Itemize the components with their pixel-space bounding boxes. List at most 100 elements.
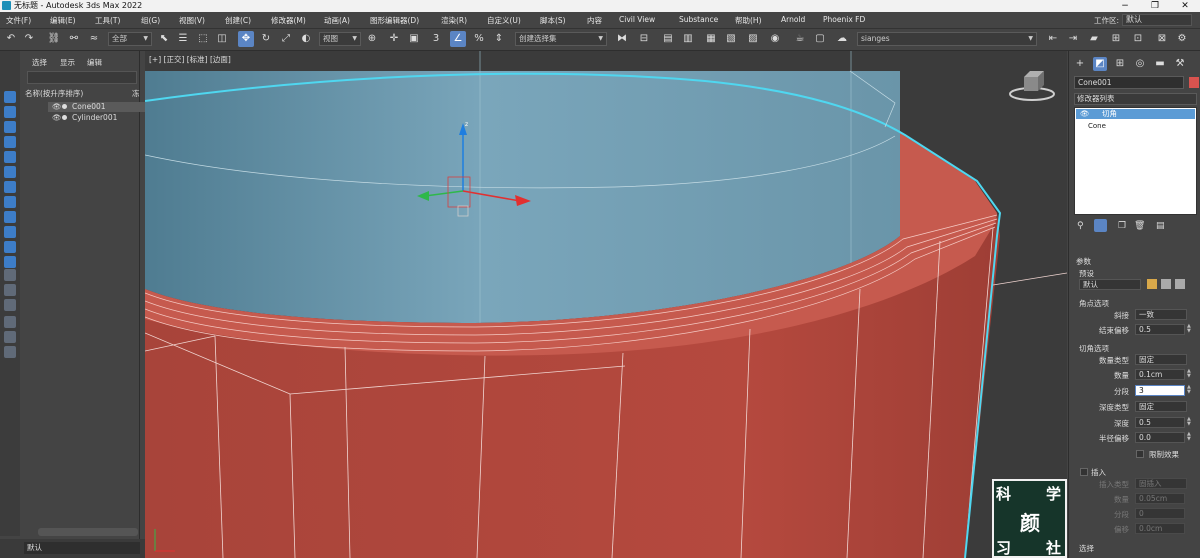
select-tool-icon[interactable] <box>4 91 16 103</box>
scene-states-icon[interactable]: ⊠ <box>1154 31 1170 47</box>
limit-effect-checkbox[interactable] <box>1136 450 1144 458</box>
scene-search-input[interactable] <box>27 71 137 84</box>
menu-edit[interactable]: 编辑(E) <box>50 15 76 26</box>
tab-edit[interactable]: 编辑 <box>87 57 102 68</box>
save-preset-icon[interactable] <box>1161 279 1171 289</box>
depth-type-dropdown[interactable]: 固定 <box>1135 401 1187 412</box>
scene-explorer-icon[interactable]: ▤ <box>660 31 676 47</box>
depth-field[interactable]: 0.5 <box>1135 417 1185 428</box>
amount-spinner[interactable]: ▲ ▼ <box>1187 369 1195 380</box>
remove-modifier-icon[interactable]: 🗑 <box>1134 221 1145 231</box>
eye-icon[interactable]: 👁 <box>52 102 62 112</box>
mirror-icon[interactable]: ⧓ <box>614 31 630 47</box>
render-frame-icon[interactable]: ▢ <box>812 31 828 47</box>
menu-file[interactable]: 文件(F) <box>6 15 31 26</box>
xref-tool-icon[interactable] <box>4 241 16 253</box>
settings-icon[interactable]: ⚙ <box>1174 31 1190 47</box>
stack-item-chamfer[interactable]: 👁 切角 <box>1076 109 1195 119</box>
angle-snap-icon[interactable]: ∠ <box>450 31 466 47</box>
light-tool-icon[interactable] <box>4 181 16 193</box>
radius-bias-field[interactable]: 0.0 <box>1135 432 1185 443</box>
filter-funnel-icon[interactable] <box>4 316 16 328</box>
modify-tab-icon[interactable]: ◩ <box>1093 57 1107 71</box>
menu-help[interactable]: 帮助(H) <box>735 15 762 26</box>
manage-icon[interactable]: ⇥ <box>1065 31 1081 47</box>
display-tab-icon[interactable]: ▬ <box>1153 57 1167 71</box>
selection-filter-dropdown[interactable]: 全部 ▼ <box>108 32 152 46</box>
insert-segments-field[interactable]: 0 <box>1135 508 1185 519</box>
move-icon[interactable]: ✥ <box>238 31 254 47</box>
radius-bias-spinner[interactable]: ▲ ▼ <box>1187 432 1195 443</box>
keyboard-shortcut-icon[interactable]: ▣ <box>406 31 422 47</box>
tab-select[interactable]: 选择 <box>32 57 47 68</box>
helper-tool-icon[interactable] <box>4 196 16 208</box>
ref-coord-dropdown[interactable]: 视图 ▼ <box>319 32 361 46</box>
select-manipulate-icon[interactable]: ✛ <box>386 31 402 47</box>
named-selection-dropdown[interactable]: 创建选择集 ▼ <box>515 32 607 46</box>
select-by-name-icon[interactable]: ☰ <box>175 31 191 47</box>
insert-offset-field[interactable]: 0.0cm <box>1135 523 1185 534</box>
insert-amount-field[interactable]: 0.05cm <box>1135 493 1185 504</box>
percent-snap-icon[interactable]: % <box>471 31 487 47</box>
named-set-dropdown[interactable]: sianges ▼ <box>857 32 1037 46</box>
eye-icon[interactable]: 👁 <box>52 113 62 123</box>
configure-sets-icon[interactable]: ▤ <box>1156 221 1165 231</box>
menu-content[interactable]: 内容 <box>587 15 602 26</box>
hierarchy-tab-icon[interactable]: ⊞ <box>1113 57 1127 71</box>
list-item[interactable]: 👁 Cylinder001 <box>48 113 160 123</box>
scale-icon[interactable]: ⤢ <box>278 31 294 47</box>
window-crossing-icon[interactable]: ◫ <box>214 31 230 47</box>
column-header[interactable]: 名称(按升序排序) 冻 <box>25 88 140 99</box>
link-icon[interactable]: ⛓ <box>46 31 62 47</box>
options-tool-icon[interactable] <box>4 299 16 311</box>
group-tool-icon[interactable] <box>4 256 16 268</box>
spacewarp-tool-icon[interactable] <box>4 211 16 223</box>
display-tool-icon[interactable] <box>4 106 16 118</box>
load-preset-icon[interactable] <box>1147 279 1157 289</box>
menu-group[interactable]: 组(G) <box>141 15 160 26</box>
project-icon[interactable]: ▰ <box>1086 31 1102 47</box>
menu-civil-view[interactable]: Civil View <box>619 15 655 24</box>
stack-item-base[interactable]: Cone <box>1088 122 1106 130</box>
snap-3d-icon[interactable]: 3 <box>428 31 444 47</box>
viewport-label[interactable]: [+] [正交] [标准] [边面] <box>149 54 231 65</box>
curve-editor-icon[interactable]: ▧ <box>723 31 739 47</box>
schematic-view-icon[interactable]: ▨ <box>745 31 761 47</box>
menu-scripting[interactable]: 脚本(S) <box>540 15 566 26</box>
create-tab-icon[interactable]: + <box>1073 57 1087 71</box>
horizontal-scrollbar[interactable] <box>38 528 138 536</box>
menu-graph-editors[interactable]: 图形编辑器(D) <box>370 15 419 26</box>
workspace-icon[interactable]: ⊡ <box>1130 31 1146 47</box>
pin-stack-icon[interactable]: ⚲ <box>1077 221 1084 231</box>
menu-phoenix-fd[interactable]: Phoenix FD <box>823 15 865 24</box>
amount-type-dropdown[interactable]: 固定 <box>1135 354 1187 365</box>
rollout-title[interactable]: 参数 <box>1076 256 1091 267</box>
layer-box-icon[interactable] <box>4 346 16 358</box>
depth-spinner[interactable]: ▲ ▼ <box>1187 417 1195 428</box>
menu-arnold[interactable]: Arnold <box>781 15 805 24</box>
end-bias-field[interactable]: 0.5 <box>1135 324 1185 335</box>
select-object-icon[interactable]: ⬉ <box>156 31 172 47</box>
menu-rendering[interactable]: 渲染(R) <box>441 15 467 26</box>
unlink-icon[interactable]: ⚯ <box>66 31 82 47</box>
minimize-icon[interactable]: − <box>1110 0 1140 12</box>
object-color-swatch[interactable] <box>1189 77 1199 88</box>
preset-dropdown[interactable]: 默认 <box>1079 279 1141 290</box>
rotate-icon[interactable]: ↻ <box>258 31 274 47</box>
menu-views[interactable]: 视图(V) <box>179 15 205 26</box>
show-end-result-icon[interactable] <box>1094 219 1107 232</box>
amount-field[interactable]: 0.1cm <box>1135 369 1185 380</box>
tab-display[interactable]: 显示 <box>60 57 75 68</box>
workspace-select[interactable]: 默认 <box>1122 14 1192 26</box>
undo-icon[interactable]: ↶ <box>3 31 19 47</box>
select-section-title[interactable]: 选择 <box>1079 543 1094 554</box>
toggle-icon[interactable]: ⊞ <box>1108 31 1124 47</box>
layer-explorer-icon[interactable]: ▥ <box>680 31 696 47</box>
camera-tool-icon[interactable] <box>4 166 16 178</box>
layers-tool-icon[interactable] <box>4 121 16 133</box>
filter-tool-icon[interactable] <box>4 151 16 163</box>
object-name-field[interactable]: Cone001 <box>1074 76 1184 89</box>
menu-substance[interactable]: Substance <box>679 15 718 24</box>
menu-tools[interactable]: 工具(T) <box>95 15 120 26</box>
menu-modifiers[interactable]: 修改器(M) <box>271 15 306 26</box>
